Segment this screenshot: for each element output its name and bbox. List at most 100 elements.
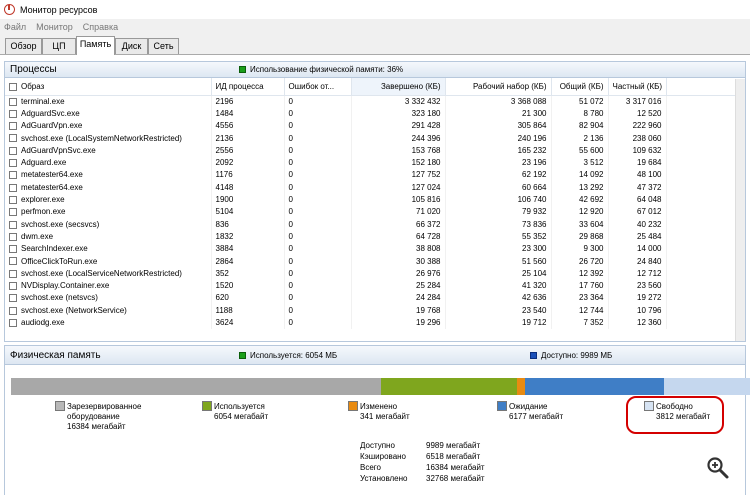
cell-hard-faults: 0 xyxy=(284,95,352,108)
tab-disk[interactable]: Диск xyxy=(115,38,148,54)
tab-overview[interactable]: Обзор xyxy=(5,38,42,54)
column-working-set[interactable]: Рабочий набор (КБ) xyxy=(445,78,552,96)
table-row[interactable]: svchost.exe (NetworkService) 1188 0 19 768 2… xyxy=(5,304,745,317)
select-all-checkbox[interactable] xyxy=(9,82,17,91)
cell-hard-faults: 0 xyxy=(284,217,352,231)
physical-memory-header[interactable]: Физическая память Используется: 6054 МБ … xyxy=(5,346,745,365)
column-commit[interactable]: Завершено (КБ) xyxy=(351,78,446,96)
row-checkbox[interactable] xyxy=(9,318,17,327)
table-row[interactable]: AdGuardVpnSvc.exe 2556 0 153 768 165 232 55 6… xyxy=(5,144,745,157)
used-label: Используется: 6054 МБ xyxy=(239,351,337,360)
processes-header[interactable]: Процессы Использование физической памяти… xyxy=(5,62,745,78)
tab-memory[interactable]: Память xyxy=(76,36,115,55)
menu-monitor[interactable]: Монитор xyxy=(36,22,73,32)
row-checkbox[interactable] xyxy=(9,232,17,241)
stat-label: Всего xyxy=(360,463,381,472)
available-label: Доступно: 9989 МБ xyxy=(530,351,612,360)
table-row[interactable]: OfficeClickToRun.exe 2864 0 30 388 51 560 26 … xyxy=(5,254,745,268)
table-row[interactable]: dwm.exe 1832 0 64 728 55 352 29 868 25 484 xyxy=(5,230,745,243)
table-row[interactable]: NVDisplay.Container.exe 1520 0 25 284 41 320… xyxy=(5,279,745,292)
row-checkbox[interactable] xyxy=(9,195,17,204)
menu-file[interactable]: Файл xyxy=(4,22,26,32)
table-row[interactable]: metatester64.exe 4148 0 127 024 60 664 13 292… xyxy=(5,181,745,194)
cell-commit: 30 388 xyxy=(351,254,446,268)
row-checkbox[interactable] xyxy=(9,208,17,217)
cell-working-set: 165 232 xyxy=(445,144,552,157)
row-checkbox[interactable] xyxy=(9,220,17,229)
cell-image: explorer.exe xyxy=(5,193,212,206)
table-row[interactable]: explorer.exe 1900 0 105 816 106 740 42 692 64 … xyxy=(5,193,745,206)
cell-shareable: 12 392 xyxy=(551,267,609,280)
cell-private: 25 484 xyxy=(608,230,667,243)
row-checkbox[interactable] xyxy=(9,159,17,168)
row-checkbox[interactable] xyxy=(9,109,17,118)
row-checkbox[interactable] xyxy=(9,245,17,254)
table-row[interactable]: AdGuardVpn.exe 4556 0 291 428 305 864 82 904 2… xyxy=(5,119,745,132)
table-row[interactable]: perfmon.exe 5104 0 71 020 79 932 12 920 67 012 xyxy=(5,205,745,218)
row-checkbox[interactable] xyxy=(9,269,17,278)
column-image[interactable]: Образ xyxy=(5,78,212,96)
cell-private: 47 372 xyxy=(608,181,667,194)
table-row[interactable]: AdguardSvc.exe 1484 0 323 180 21 300 8 780 12 … xyxy=(5,107,745,120)
table-row[interactable]: audiodg.exe 3624 0 19 296 19 712 7 352 12 360 xyxy=(5,316,745,329)
cell-working-set: 21 300 xyxy=(445,107,552,120)
row-checkbox[interactable] xyxy=(9,306,17,315)
row-checkbox[interactable] xyxy=(9,281,17,290)
table-row[interactable]: metatester64.exe 1176 0 127 752 62 192 14 092… xyxy=(5,168,745,182)
cell-commit: 26 976 xyxy=(351,267,446,280)
table-row[interactable]: svchost.exe (LocalSystemNetworkRestricte… xyxy=(5,131,745,145)
cell-working-set: 240 196 xyxy=(445,131,552,145)
cell-pid: 1188 xyxy=(211,304,285,317)
zoom-in-icon[interactable] xyxy=(706,456,730,480)
memory-stats: Доступно 9989 мегабайт Кэшировано 6518 мега… xyxy=(360,440,485,484)
column-private[interactable]: Частный (КБ) xyxy=(608,78,667,96)
row-checkbox[interactable] xyxy=(9,183,17,192)
column-shareable[interactable]: Общий (КБ) xyxy=(551,78,609,96)
cell-filler xyxy=(666,119,745,132)
resource-monitor-icon xyxy=(4,4,15,15)
cell-filler xyxy=(666,181,745,194)
tab-cpu[interactable]: ЦП xyxy=(42,38,76,54)
cell-private: 14 000 xyxy=(608,242,667,255)
table-row[interactable]: svchost.exe (LocalServiceNetworkRestrict… xyxy=(5,267,745,280)
cell-private: 10 796 xyxy=(608,304,667,317)
cell-filler xyxy=(666,267,745,280)
row-checkbox[interactable] xyxy=(9,134,17,143)
table-row[interactable]: terminal.exe 2196 0 3 332 432 3 368 088 51 07… xyxy=(5,95,745,108)
cell-working-set: 79 932 xyxy=(445,205,552,218)
row-checkbox[interactable] xyxy=(9,146,17,155)
process-scrollbar[interactable] xyxy=(735,79,745,341)
cell-pid: 3624 xyxy=(211,316,285,329)
column-filler xyxy=(666,78,745,96)
cell-image-text: AdguardSvc.exe xyxy=(21,108,80,118)
table-row[interactable]: Adguard.exe 2092 0 152 180 23 196 3 512 19 684 xyxy=(5,156,745,169)
column-hard-faults[interactable]: Ошибок от... xyxy=(284,78,352,96)
cell-hard-faults: 0 xyxy=(284,304,352,317)
legend-label: Изменено xyxy=(360,402,398,411)
row-checkbox[interactable] xyxy=(9,171,17,180)
cell-private: 40 232 xyxy=(608,217,667,231)
row-checkbox[interactable] xyxy=(9,122,17,131)
cell-pid: 2092 xyxy=(211,156,285,169)
cell-pid: 1900 xyxy=(211,193,285,206)
table-row[interactable]: svchost.exe (secsvcs) 836 0 66 372 73 836 33 … xyxy=(5,217,745,231)
legend-item: Изменено 341 мегабайт xyxy=(360,402,410,422)
row-checkbox[interactable] xyxy=(9,97,17,106)
cell-hard-faults: 0 xyxy=(284,168,352,182)
cell-commit: 291 428 xyxy=(351,119,446,132)
cell-hard-faults: 0 xyxy=(284,291,352,305)
column-pid[interactable]: ИД процесса xyxy=(211,78,285,96)
cell-image: svchost.exe (netsvcs) xyxy=(5,291,212,305)
cell-filler xyxy=(666,242,745,255)
tab-network[interactable]: Сеть xyxy=(148,38,179,54)
table-row[interactable]: svchost.exe (netsvcs) 620 0 24 284 42 636 23 … xyxy=(5,291,745,305)
row-checkbox[interactable] xyxy=(9,257,17,266)
cell-image-text: explorer.exe xyxy=(21,195,65,205)
row-checkbox[interactable] xyxy=(9,294,17,303)
menu-help[interactable]: Справка xyxy=(83,22,118,32)
table-row[interactable]: SearchIndexer.exe 3884 0 38 808 23 300 9 300 1… xyxy=(5,242,745,255)
cell-shareable: 3 512 xyxy=(551,156,609,169)
cell-shareable: 42 692 xyxy=(551,193,609,206)
cell-private: 64 048 xyxy=(608,193,667,206)
cell-private: 23 560 xyxy=(608,279,667,292)
